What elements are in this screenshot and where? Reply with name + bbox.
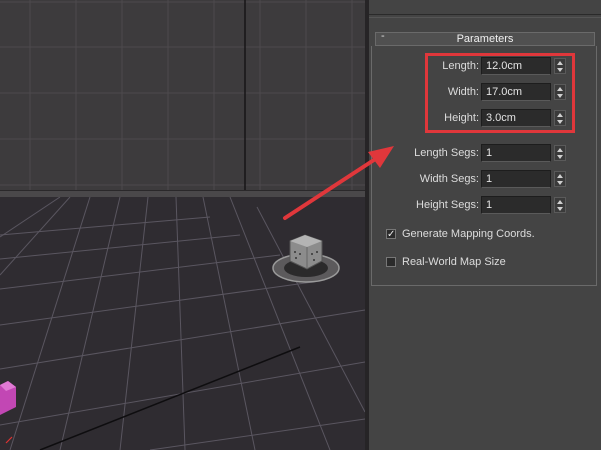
- width-row: Width: 17.0cm: [369, 83, 601, 103]
- width-segs-row: Width Segs: 1: [369, 170, 601, 190]
- command-panel: - Parameters Length: 12.0cm Width: 17.0c…: [369, 0, 601, 450]
- height-segs-row: Height Segs: 1: [369, 196, 601, 216]
- checkmark-icon[interactable]: ✓: [386, 229, 396, 240]
- perspective-viewport[interactable]: [0, 197, 365, 450]
- spinner-arrows-icon[interactable]: [554, 197, 566, 213]
- parameters-rollout-header[interactable]: - Parameters: [375, 30, 595, 46]
- checkbox-empty-icon[interactable]: [386, 257, 396, 267]
- length-field[interactable]: 12.0cm: [481, 57, 551, 75]
- length-segs-row: Length Segs: 1: [369, 144, 601, 164]
- height-segs-field[interactable]: 1: [481, 196, 551, 214]
- generate-mapping-coords-label: Generate Mapping Coords.: [402, 228, 535, 240]
- length-row: Length: 12.0cm: [369, 57, 601, 77]
- top-viewport-grid: [0, 0, 365, 190]
- generate-mapping-coords-checkbox[interactable]: ✓ Generate Mapping Coords.: [386, 227, 586, 243]
- real-world-map-size-label: Real-World Map Size: [402, 256, 506, 268]
- length-label: Length:: [442, 60, 479, 72]
- width-segs-label: Width Segs:: [419, 173, 479, 185]
- rollout-title: Parameters: [456, 33, 514, 45]
- top-viewport[interactable]: [0, 0, 365, 190]
- height-label: Height:: [444, 112, 479, 124]
- height-field[interactable]: 3.0cm: [481, 109, 551, 127]
- real-world-map-size-checkbox[interactable]: Real-World Map Size: [386, 255, 586, 271]
- light-gizmo-icon[interactable]: [272, 234, 340, 283]
- width-label: Width:: [447, 86, 479, 98]
- rollout-divider: [369, 14, 601, 15]
- spinner-arrows-icon[interactable]: [554, 171, 566, 187]
- spinner-arrows-icon[interactable]: [554, 145, 566, 161]
- width-field[interactable]: 17.0cm: [481, 83, 551, 101]
- height-segs-label: Height Segs:: [416, 199, 479, 211]
- rollout-divider-highlight: [369, 17, 601, 18]
- height-row: Height: 3.0cm: [369, 109, 601, 129]
- spinner-arrows-icon[interactable]: [554, 84, 566, 100]
- parameters-rollout-body: [371, 46, 597, 286]
- length-segs-label: Length Segs:: [414, 147, 479, 159]
- perspective-grid: [0, 197, 365, 450]
- length-segs-field[interactable]: 1: [481, 144, 551, 162]
- width-segs-field[interactable]: 1: [481, 170, 551, 188]
- spinner-arrows-icon[interactable]: [554, 58, 566, 74]
- spinner-arrows-icon[interactable]: [554, 110, 566, 126]
